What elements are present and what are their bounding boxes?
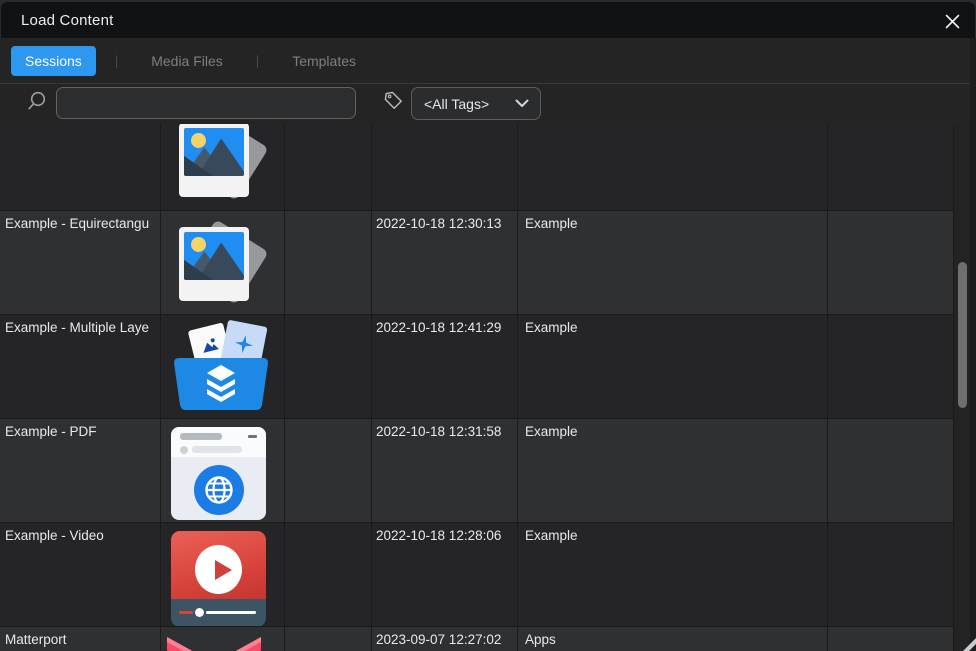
sessions-table: Example - Equirectangu 2022-10-18 12:30:… <box>0 124 970 651</box>
scrollbar-thumb[interactable] <box>958 262 967 408</box>
load-content-dialog: Load Content Sessions | Media Files | Te… <box>0 0 976 651</box>
empty-cell <box>285 419 372 522</box>
session-thumbnail <box>161 211 285 314</box>
tab-sessions[interactable]: Sessions <box>11 46 96 76</box>
session-thumbnail <box>161 627 285 651</box>
session-name: Matterport <box>0 627 161 651</box>
chevron-down-icon <box>515 99 529 108</box>
session-name <box>0 124 161 210</box>
table-row[interactable]: Example - Multiple Laye 2022-10-18 12:41… <box>0 315 954 419</box>
tags-dropdown-value: <All Tags> <box>424 96 515 112</box>
session-category <box>518 124 828 210</box>
table-row[interactable]: Example - PDF 2022-10-18 12:31:58 Exampl… <box>0 419 954 523</box>
session-name: Example - Equirectangu <box>0 211 161 314</box>
table-row[interactable]: Example - Video 2022-10-18 12:28:06 Exam… <box>0 523 954 627</box>
empty-cell <box>828 124 954 210</box>
tags-dropdown[interactable]: <All Tags> <box>411 87 541 120</box>
session-category: Example <box>518 315 828 418</box>
titlebar[interactable]: Load Content <box>1 2 975 38</box>
video-player-icon <box>171 531 266 626</box>
session-date: 2022-10-18 12:41:29 <box>372 315 518 418</box>
session-category: Example <box>518 419 828 522</box>
scrollbar-track[interactable] <box>954 124 970 651</box>
photo-stack-icon <box>171 124 267 205</box>
session-category: Apps <box>518 627 828 651</box>
tab-templates[interactable]: Templates <box>278 46 370 76</box>
photo-stack-icon <box>171 219 267 309</box>
session-date: 2023-09-07 12:27:02 <box>372 627 518 651</box>
empty-cell <box>828 419 954 522</box>
table-row[interactable]: Example - Equirectangu 2022-10-18 12:30:… <box>0 211 954 315</box>
session-date: 2022-10-18 12:31:58 <box>372 419 518 522</box>
tab-separator: | <box>115 53 118 68</box>
tag-icon <box>383 90 404 111</box>
dialog-title: Load Content <box>21 12 113 29</box>
search-input[interactable] <box>56 87 356 119</box>
empty-cell <box>285 315 372 418</box>
session-name: Example - PDF <box>0 419 161 522</box>
table-row[interactable] <box>0 124 954 211</box>
search-bar: <All Tags> <box>0 84 970 124</box>
empty-cell <box>828 315 954 418</box>
session-date: 2022-10-18 12:28:06 <box>372 523 518 626</box>
table-row[interactable]: Matterport 2023-09-07 12:27:02 Apps <box>0 627 954 651</box>
session-category: Example <box>518 211 828 314</box>
empty-cell <box>828 523 954 626</box>
session-thumbnail <box>161 419 285 522</box>
close-button[interactable] <box>941 10 963 32</box>
session-thumbnail <box>161 523 285 626</box>
empty-cell <box>828 627 954 651</box>
tab-bar: Sessions | Media Files | Templates <box>0 38 970 84</box>
layers-folder-icon <box>171 323 271 413</box>
empty-cell <box>285 523 372 626</box>
empty-cell <box>828 211 954 314</box>
tab-separator: | <box>256 53 259 68</box>
session-category: Example <box>518 523 828 626</box>
window-right-edge <box>970 38 976 651</box>
close-icon <box>945 14 960 29</box>
search-icon <box>26 90 48 112</box>
resize-grip[interactable] <box>954 629 976 651</box>
web-page-icon <box>171 427 266 520</box>
session-thumbnail <box>161 315 285 418</box>
matterport-icon <box>167 637 261 651</box>
session-date <box>372 124 518 210</box>
tab-media-files[interactable]: Media Files <box>137 46 237 76</box>
empty-cell <box>285 124 372 210</box>
session-name: Example - Multiple Laye <box>0 315 161 418</box>
session-name: Example - Video <box>0 523 161 626</box>
session-date: 2022-10-18 12:30:13 <box>372 211 518 314</box>
table-rows: Example - Equirectangu 2022-10-18 12:30:… <box>0 124 954 651</box>
empty-cell <box>285 627 372 651</box>
empty-cell <box>285 211 372 314</box>
session-thumbnail <box>161 124 285 210</box>
